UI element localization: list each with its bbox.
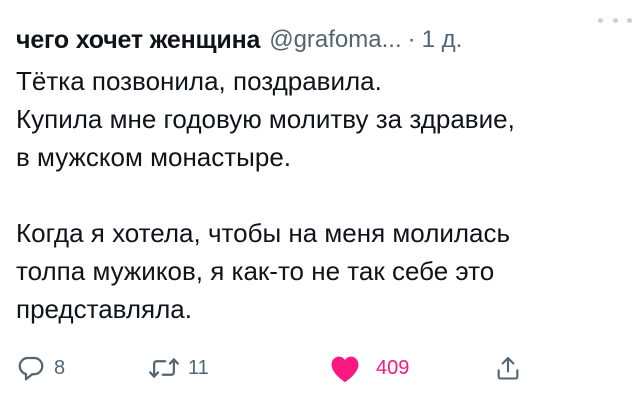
tweet-line: толпа мужиков, я как-то не так себе это xyxy=(16,256,495,286)
tweet-line: в мужском монастыре. xyxy=(16,142,292,172)
tweet-body: Тётка позвонила, поздравила. Купила мне … xyxy=(16,62,628,328)
header-separator: · xyxy=(407,26,416,53)
more-dot xyxy=(627,17,632,23)
like-count: 409 xyxy=(376,356,410,379)
author-handle[interactable]: @grafoma... xyxy=(269,26,401,54)
tweet-line: Купила мне годовую молитву за здравие, xyxy=(16,104,515,134)
tweet-timestamp[interactable]: 1 д. xyxy=(422,26,463,54)
reply-bubble-icon xyxy=(16,353,46,383)
tweet-line: представляла. xyxy=(16,294,192,324)
more-dot xyxy=(598,17,603,23)
share-upload-icon xyxy=(494,353,522,383)
more-dots-icon[interactable] xyxy=(598,8,632,32)
author-name[interactable]: чего хочет женщина xyxy=(16,26,260,55)
heart-filled-icon xyxy=(328,352,362,384)
tweet-card[interactable]: чего хочет женщина @grafoma... · 1 д. Тё… xyxy=(0,0,640,403)
tweet-line: Когда я хотела, чтобы на меня молилась xyxy=(16,218,511,248)
tweet-actions: 8 11 409 xyxy=(16,348,624,388)
share-button[interactable] xyxy=(494,348,522,388)
retweet-arrows-icon xyxy=(148,353,180,383)
tweet-line-blank xyxy=(16,176,628,214)
tweet-header: чего хочет женщина @grafoma... · 1 д. xyxy=(16,20,624,60)
tweet-line: Тётка позвонила, поздравила. xyxy=(16,66,382,96)
retweet-count: 11 xyxy=(188,356,209,379)
retweet-button[interactable]: 11 xyxy=(148,348,209,388)
reply-count: 8 xyxy=(54,356,66,379)
like-button[interactable]: 409 xyxy=(328,348,409,388)
reply-button[interactable]: 8 xyxy=(16,348,65,388)
more-dot xyxy=(612,17,618,23)
